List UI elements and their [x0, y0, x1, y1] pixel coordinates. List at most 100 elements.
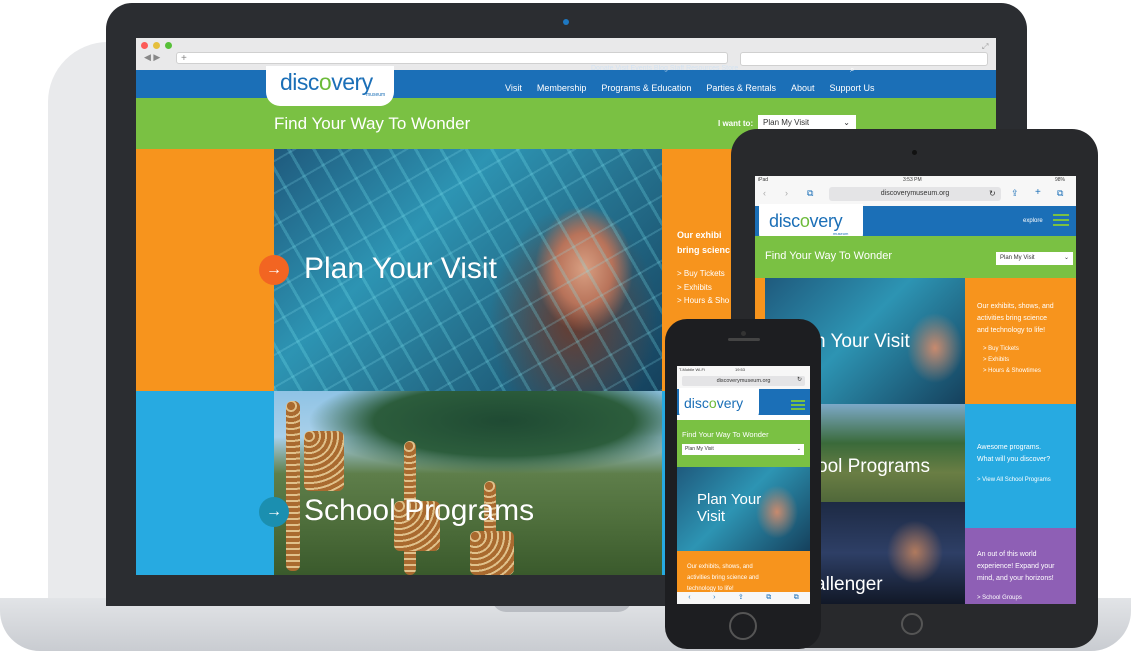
school-programs-arrow-icon[interactable]: → [259, 497, 289, 527]
hamburger-menu-icon[interactable] [1053, 214, 1069, 226]
tablet-challenger-title[interactable]: allenger [815, 574, 883, 596]
tablet-purple-text-line: experience! Expand your [977, 563, 1055, 570]
tablet-blue-panel [965, 404, 1076, 528]
nav-about[interactable]: About [791, 83, 815, 93]
forward-icon[interactable]: › [713, 592, 715, 604]
tabs-icon[interactable]: ⧉ [794, 592, 799, 604]
phone-carrier: T-Mobile Wi-Fi [679, 367, 705, 372]
phone-discovery-logo[interactable]: discovery [684, 395, 743, 411]
new-tab-icon[interactable]: + [1035, 187, 1041, 198]
back-forward-icon[interactable]: ◀ ▶ [144, 52, 160, 63]
tablet-carrier: iPad [758, 177, 769, 183]
exhibits-link[interactable]: > Exhibits [677, 281, 729, 295]
close-window-icon[interactable] [141, 42, 148, 49]
tablet-orange-text: Our exhibits, shows, and activities brin… [977, 301, 1054, 337]
phone-browser-toolbar: ‹ › ⇪ ⧉ ⧉ [677, 592, 810, 604]
nav-membership[interactable]: Membership [537, 83, 587, 93]
tablet-home-button[interactable] [901, 613, 923, 635]
phone-address-bar[interactable]: discoverymuseum.org [682, 376, 805, 386]
tablet-school-groups-link[interactable]: > School Groups [977, 592, 1022, 604]
tablet-buy-tickets-link[interactable]: > Buy Tickets [983, 344, 1041, 355]
phone-plan-visit-line-1: Plan Your [697, 491, 762, 508]
tablet-want-select[interactable]: Plan My Visit ⌄ [996, 252, 1073, 265]
phone-plan-visit-title[interactable]: Plan Your Visit [697, 491, 761, 525]
discovery-logo[interactable]: discovery [280, 69, 373, 96]
tablet-battery: 98% [1055, 177, 1066, 183]
tabs-icon[interactable]: ⧉ [1057, 188, 1063, 199]
tablet-plan-visit-title[interactable]: n Your Visit [815, 331, 910, 353]
bookmarks-icon[interactable]: ⧉ [807, 188, 813, 199]
laptop-camera [563, 19, 569, 25]
address-bar[interactable]: + [176, 52, 728, 64]
phone-plan-visit-line-2: Visit [697, 508, 726, 525]
phone-tagline: Find Your Way To Wonder [682, 430, 769, 439]
tablet-orange-panel [965, 278, 1076, 404]
browser-chrome: ◀ ▶ + ⤢ [136, 38, 996, 71]
tagline: Find Your Way To Wonder [274, 114, 471, 133]
want-to-label: I want to: [718, 119, 754, 128]
exhibit-links: > Buy Tickets > Exhibits > Hours & Sho [677, 267, 729, 308]
plan-visit-title[interactable]: Plan Your Visit [304, 252, 497, 286]
search-icon[interactable]: ⌕ [850, 65, 854, 75]
tablet-orange-text-line: Our exhibits, shows, and [977, 303, 1054, 310]
share-icon[interactable]: ⇪ [738, 592, 744, 604]
tablet-purple-text-line: mind, and your horizons! [977, 575, 1054, 582]
tablet-blue-text-line: What will you discover? [977, 456, 1051, 463]
phone-want-select-value: Plan My Visit [685, 446, 714, 452]
plan-visit-arrow-icon[interactable]: → [259, 255, 289, 285]
buy-tickets-link[interactable]: > Buy Tickets [677, 267, 729, 281]
exhibit-text-line-1: Our exhibi [677, 230, 722, 240]
phone-speaker [728, 338, 760, 341]
tablet-exhibits-link[interactable]: > Exhibits [983, 355, 1041, 366]
tablet-discovery-logo[interactable]: discovery [769, 211, 843, 232]
nav-support-us[interactable]: Support Us [829, 83, 874, 93]
tablet-hours-showtimes-link[interactable]: > Hours & Showtimes [983, 366, 1041, 377]
tablet-view-school-programs-link[interactable]: > View All School Programs [977, 474, 1051, 486]
phone-status-bar: T-Mobile Wi-Fi 19:53 [677, 366, 810, 373]
tablet-blue-text: Awesome programs. What will you discover… [977, 442, 1050, 466]
phone-screen: T-Mobile Wi-Fi 19:53 discoverymuseum.org… [677, 366, 810, 604]
nav-parties-rentals[interactable]: Parties & Rentals [706, 83, 776, 93]
school-programs-title[interactable]: School Programs [304, 494, 534, 528]
phone-orange-text-line: Our exhibits, shows, and [687, 564, 753, 570]
phone-orange-text-line: activities bring science and [687, 575, 759, 581]
top-utility-links[interactable]: Donate Visit Events Blog Staff Resources… [591, 65, 738, 72]
bookmarks-icon[interactable]: ⧉ [766, 592, 771, 604]
browser-search-bar[interactable] [740, 52, 988, 66]
phone-want-select[interactable]: Plan My Visit ⌄ [682, 444, 804, 455]
tablet-explore-label[interactable]: explore [1023, 218, 1043, 224]
share-icon[interactable]: ⇪ [1011, 188, 1019, 199]
tablet-camera [912, 150, 917, 155]
chevron-down-icon: ⌄ [796, 446, 801, 452]
giraffes-photo [274, 391, 662, 575]
giraffe-1 [286, 401, 300, 571]
phone-orange-text: Our exhibits, shows, and activities brin… [687, 562, 759, 595]
want-to-select-value: Plan My Visit [763, 118, 810, 127]
nav-programs-education[interactable]: Programs & Education [601, 83, 691, 93]
back-icon[interactable]: ‹ [763, 188, 766, 198]
hours-shows-link[interactable]: > Hours & Sho [677, 294, 729, 308]
forward-icon[interactable]: › [785, 188, 788, 198]
left-orange-column [136, 149, 274, 391]
tablet-purple-text-line: An out of this world [977, 551, 1037, 558]
left-blue-column [136, 391, 274, 575]
tablet-time: 3:53 PM [903, 177, 922, 183]
tablet-orange-links: > Buy Tickets > Exhibits > Hours & Showt… [983, 344, 1041, 377]
hamburger-menu-icon[interactable] [791, 400, 805, 410]
main-nav: Visit Membership Programs & Education Pa… [505, 83, 875, 93]
tablet-school-programs-title[interactable]: ool Programs [817, 456, 930, 478]
tablet-blue-text-line: Awesome programs. [977, 444, 1042, 451]
back-icon[interactable]: ‹ [688, 592, 690, 604]
nav-visit[interactable]: Visit [505, 83, 522, 93]
tablet-address-bar[interactable]: discoverymuseum.org [829, 187, 1001, 201]
exhibit-text-line-2: bring scienc [677, 245, 731, 255]
reload-icon[interactable]: ↻ [989, 189, 996, 198]
fullscreen-icon[interactable]: ⤢ [982, 42, 988, 52]
giraffe-1-body [304, 431, 344, 491]
minimize-window-icon[interactable] [153, 42, 160, 49]
reload-icon[interactable]: ↻ [797, 376, 802, 383]
phone-home-button[interactable] [729, 612, 757, 640]
logo-subtitle: museum [366, 92, 386, 98]
tablet-purple-text: An out of this world experience! Expand … [977, 549, 1054, 585]
maximize-window-icon[interactable] [165, 42, 172, 49]
